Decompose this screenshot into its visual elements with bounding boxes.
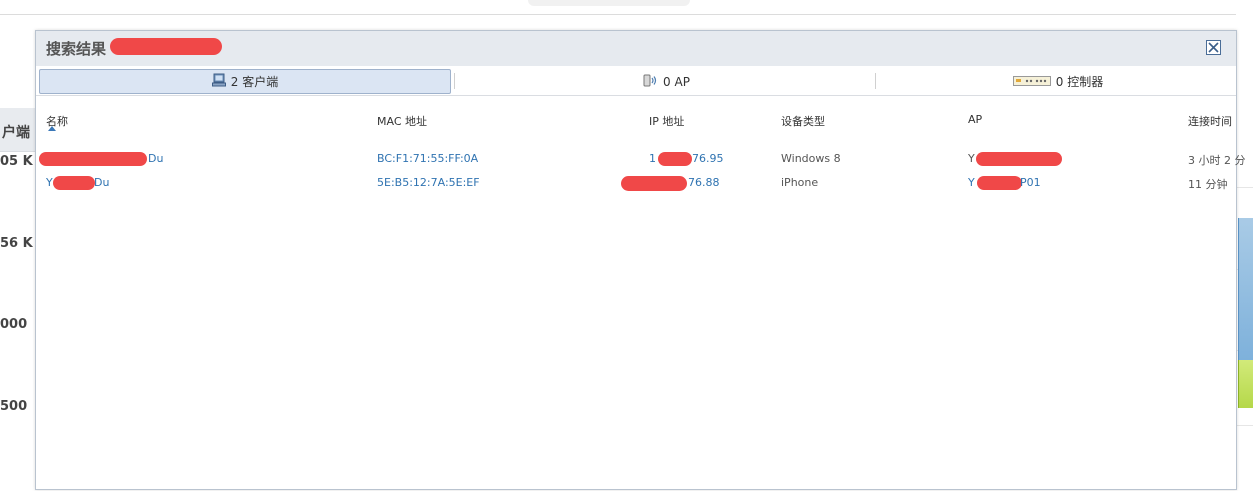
monitor-icon <box>211 73 226 90</box>
tab-clients[interactable]: 2 客户端 <box>39 69 451 94</box>
close-icon <box>1208 42 1219 53</box>
redaction-mark <box>53 176 95 190</box>
redaction-mark <box>110 38 222 55</box>
connect-time: 11 分钟 <box>1188 178 1228 191</box>
column-header-connect-time[interactable]: 连接时间 <box>1188 113 1232 129</box>
ap-name-prefix[interactable]: Y <box>968 152 975 165</box>
background-axis-value: 000 <box>0 317 28 332</box>
background-chart-area-green <box>1238 360 1253 408</box>
column-header-ip[interactable]: IP 地址 <box>649 113 684 129</box>
redaction-mark <box>621 176 687 191</box>
background-column-header-label: 户端 <box>2 125 30 141</box>
dialog-titlebar[interactable]: 搜索结果 <box>36 31 1236 66</box>
tab-access-points[interactable]: 0 AP <box>457 69 875 94</box>
tab-controllers-label: 0 控制器 <box>1055 75 1104 89</box>
background-column-header: 户端 <box>0 108 36 152</box>
mac-address-link[interactable]: 5E:B5:12:7A:5E:EF <box>377 176 480 189</box>
tab-clients-label: 2 客户端 <box>230 75 279 89</box>
ip-address-link[interactable]: 76.88 <box>688 176 720 189</box>
tab-divider <box>875 73 876 89</box>
background-gridline <box>1236 425 1253 426</box>
tab-access-points-label: 0 AP <box>663 74 690 89</box>
background-chart-area-blue <box>1238 218 1253 360</box>
client-name-prefix[interactable]: Y <box>46 176 53 189</box>
background-axis-value: 05 K <box>0 154 33 169</box>
access-point-icon <box>642 72 658 91</box>
controller-icon <box>1012 75 1051 89</box>
column-header-device-type[interactable]: 设备类型 <box>781 113 825 129</box>
background-top-tab <box>528 0 690 6</box>
column-header-ap[interactable]: AP <box>968 113 982 126</box>
background-gridline <box>1236 187 1253 188</box>
tab-controllers[interactable]: 0 控制器 <box>878 69 1238 94</box>
redaction-mark <box>658 152 692 166</box>
table-row[interactable]: Y Du 5E:B5:12:7A:5E:EF 76.88 iPhone Y P0… <box>36 172 1236 194</box>
close-button[interactable] <box>1206 40 1221 55</box>
ip-address-prefix[interactable]: 1 <box>649 152 656 165</box>
redaction-mark <box>39 152 147 166</box>
ap-name-prefix[interactable]: Y <box>968 176 975 189</box>
client-name-link[interactable]: Du <box>94 176 109 189</box>
search-results-dialog: 搜索结果 2 客户端 0 AP 0 控制器 名称 MAC 地址 IP 地址 设备… <box>35 30 1246 491</box>
redaction-mark <box>977 176 1022 190</box>
result-tabs: 2 客户端 0 AP 0 控制器 <box>36 66 1236 96</box>
results-table: 名称 MAC 地址 IP 地址 设备类型 AP 连接时间 Du BC:F1:71… <box>36 97 1246 491</box>
dialog-title: 搜索结果 <box>46 40 107 58</box>
connect-time: 3 小时 2 分 <box>1188 154 1246 167</box>
background-top-bar <box>0 0 1253 15</box>
sort-ascending-icon <box>48 126 56 131</box>
ap-name-link[interactable]: P01 <box>1020 176 1041 189</box>
column-header-mac[interactable]: MAC 地址 <box>377 113 427 129</box>
tab-divider <box>454 73 455 89</box>
background-axis-value: 56 K <box>0 236 33 251</box>
device-type: Windows 8 <box>781 152 841 165</box>
device-type: iPhone <box>781 176 819 189</box>
ip-address-link[interactable]: 76.95 <box>692 152 724 165</box>
table-row[interactable]: Du BC:F1:71:55:FF:0A 1 76.95 Windows 8 Y… <box>36 148 1246 170</box>
client-name-link[interactable]: Du <box>148 152 163 165</box>
mac-address-link[interactable]: BC:F1:71:55:FF:0A <box>377 152 478 165</box>
redaction-mark <box>976 152 1062 166</box>
background-axis-value: 500 <box>0 399 28 414</box>
